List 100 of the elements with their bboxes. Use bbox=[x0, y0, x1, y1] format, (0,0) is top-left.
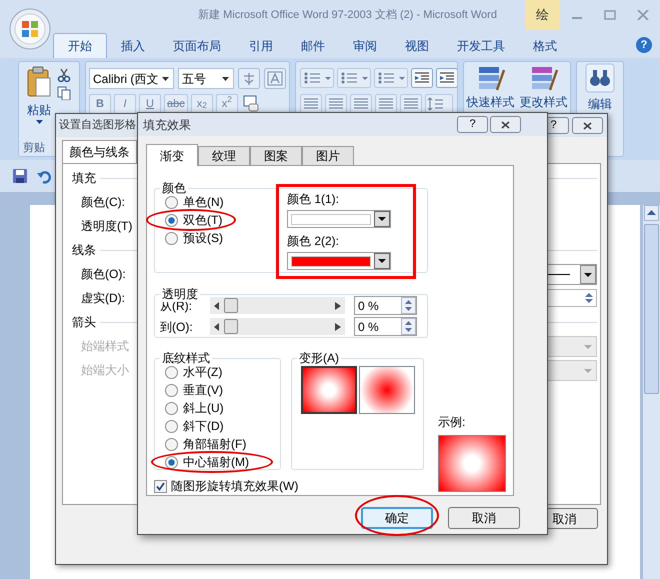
spinner-arrows-icon[interactable] bbox=[401, 297, 416, 314]
help-button[interactable]: ? bbox=[636, 37, 652, 53]
line-style-dropdown[interactable] bbox=[545, 264, 597, 284]
dialog-title: 设置自选图形格 bbox=[59, 118, 136, 134]
undo-icon[interactable] bbox=[36, 168, 52, 184]
dialog-tab[interactable]: 纹理 bbox=[198, 146, 250, 165]
align-icon[interactable] bbox=[350, 94, 372, 114]
group-title: 变形(A) bbox=[297, 350, 341, 366]
ribbon-tab[interactable]: 引用 bbox=[235, 33, 287, 58]
context-tab-title: 绘 bbox=[525, 0, 560, 30]
ribbon-tab[interactable]: 插入 bbox=[107, 33, 159, 58]
ribbon-tab[interactable]: 视图 bbox=[391, 33, 443, 58]
dialog-tab[interactable]: 图片 bbox=[302, 146, 354, 165]
ribbon-tab[interactable]: 开始 bbox=[53, 33, 107, 58]
radio-button[interactable] bbox=[165, 214, 178, 226]
close-button[interactable] bbox=[572, 117, 603, 134]
radio-button[interactable] bbox=[165, 384, 178, 396]
styles-button-label[interactable]: 快速样式 bbox=[466, 93, 514, 111]
line-spacing-icon[interactable] bbox=[425, 94, 453, 114]
radio-button[interactable] bbox=[165, 438, 178, 450]
option-label: 垂直(V) bbox=[183, 382, 223, 399]
ribbon-tab[interactable]: 开发工具 bbox=[443, 33, 519, 58]
multilevel-list-icon[interactable] bbox=[374, 68, 408, 88]
gradient-preview bbox=[438, 435, 506, 492]
indent-icon[interactable] bbox=[411, 68, 433, 88]
phonetic-guide-icon[interactable] bbox=[238, 68, 260, 89]
scissors-icon[interactable] bbox=[57, 68, 71, 82]
dropdown-field[interactable] bbox=[545, 360, 597, 380]
align-icon[interactable] bbox=[325, 94, 347, 114]
option-label: 斜上(U) bbox=[183, 400, 224, 417]
arrow-left-icon bbox=[214, 302, 220, 310]
color-dropdown[interactable] bbox=[287, 210, 391, 228]
dropdown-field[interactable] bbox=[545, 336, 597, 356]
help-button[interactable]: ? bbox=[457, 116, 488, 133]
copy-icon[interactable] bbox=[57, 86, 71, 100]
clipboard-icon[interactable] bbox=[26, 66, 52, 98]
group-title: 颜色 bbox=[160, 180, 188, 196]
radio-button[interactable] bbox=[165, 456, 178, 468]
color-dropdown[interactable] bbox=[287, 252, 391, 270]
paste-label[interactable]: 粘贴 bbox=[27, 101, 51, 119]
align-icon[interactable] bbox=[375, 94, 397, 114]
character-border-icon[interactable] bbox=[264, 68, 286, 89]
dialog-title: 填充效果 bbox=[143, 116, 191, 134]
checkbox[interactable] bbox=[154, 480, 167, 492]
ribbon-tab[interactable]: 邮件 bbox=[287, 33, 339, 58]
percent-field[interactable]: 0 % bbox=[354, 317, 417, 336]
option-label: 角部辐射(F) bbox=[183, 436, 246, 453]
bullet-list-icon[interactable] bbox=[300, 68, 334, 88]
section-heading: 箭头 bbox=[71, 314, 96, 331]
radio-button[interactable] bbox=[165, 366, 178, 378]
scroll-up-icon[interactable] bbox=[644, 205, 659, 221]
field-label: 虚实(D): bbox=[80, 290, 125, 307]
option-label: 斜下(D) bbox=[183, 418, 224, 435]
option-label: 水平(Z) bbox=[183, 364, 222, 381]
field-label: 到(O): bbox=[159, 318, 194, 336]
dialog-tab[interactable]: 图案 bbox=[250, 146, 302, 165]
group-title: 底纹样式 bbox=[160, 350, 212, 366]
ok-button[interactable]: 确定 bbox=[361, 507, 433, 529]
editing-label[interactable]: 编辑 bbox=[588, 95, 612, 113]
radio-button[interactable] bbox=[165, 420, 178, 432]
align-icon[interactable] bbox=[300, 94, 322, 114]
ribbon-tab[interactable]: 页面布局 bbox=[159, 33, 235, 58]
close-icon bbox=[583, 122, 592, 130]
slider-thumb[interactable] bbox=[224, 298, 238, 313]
ribbon-tab[interactable]: 审阅 bbox=[339, 33, 391, 58]
styles-button-label[interactable]: 更改样式 bbox=[520, 93, 568, 111]
option-label: 预设(S) bbox=[183, 230, 223, 247]
font-name-field[interactable]: Calibri (西文 bbox=[89, 68, 174, 89]
percent-field[interactable]: 0 % bbox=[354, 296, 417, 315]
spinner-arrows-icon[interactable] bbox=[401, 318, 416, 335]
field-label: 始端大小 bbox=[80, 362, 129, 379]
radio-button[interactable] bbox=[165, 232, 178, 244]
align-icon[interactable] bbox=[400, 94, 422, 114]
ribbon-tab[interactable]: 格式 bbox=[519, 33, 571, 58]
caret-icon bbox=[221, 76, 230, 82]
scroll-thumb[interactable] bbox=[644, 224, 659, 394]
slider-thumb[interactable] bbox=[224, 319, 238, 334]
clear-format-icon[interactable] bbox=[240, 94, 261, 114]
dialog-tab[interactable]: 颜色与线条 bbox=[62, 140, 137, 163]
radio-button[interactable] bbox=[165, 402, 178, 414]
gradient-variant[interactable] bbox=[301, 366, 357, 414]
section-heading: 线条 bbox=[71, 242, 96, 259]
font-size-field[interactable]: 五号 bbox=[178, 68, 234, 89]
field-label: 颜色(O): bbox=[80, 266, 126, 283]
indent-icon[interactable] bbox=[436, 68, 457, 88]
number-field[interactable] bbox=[545, 289, 597, 307]
save-icon[interactable] bbox=[12, 168, 28, 184]
numbered-list-icon[interactable] bbox=[337, 68, 371, 88]
scrollbar[interactable] bbox=[643, 205, 660, 579]
close-button[interactable] bbox=[490, 116, 521, 133]
format-button[interactable]: x$_{2}$ bbox=[190, 94, 213, 114]
close-icon bbox=[501, 120, 510, 128]
dialog-tab[interactable]: 渐变 bbox=[146, 144, 198, 166]
arrow-right-icon bbox=[335, 302, 341, 310]
cancel-button[interactable]: 取消 bbox=[448, 507, 520, 529]
field-label: 颜色 2(2): bbox=[287, 233, 340, 250]
window-title: 新建 Microsoft Office Word 97-2003 文档 (2) - Microsoft Word bbox=[198, 8, 497, 23]
radio-button[interactable] bbox=[165, 196, 178, 208]
binoculars-icon[interactable] bbox=[585, 63, 615, 93]
checkbox-label: 随图形旋转填充效果(W) bbox=[171, 478, 298, 495]
